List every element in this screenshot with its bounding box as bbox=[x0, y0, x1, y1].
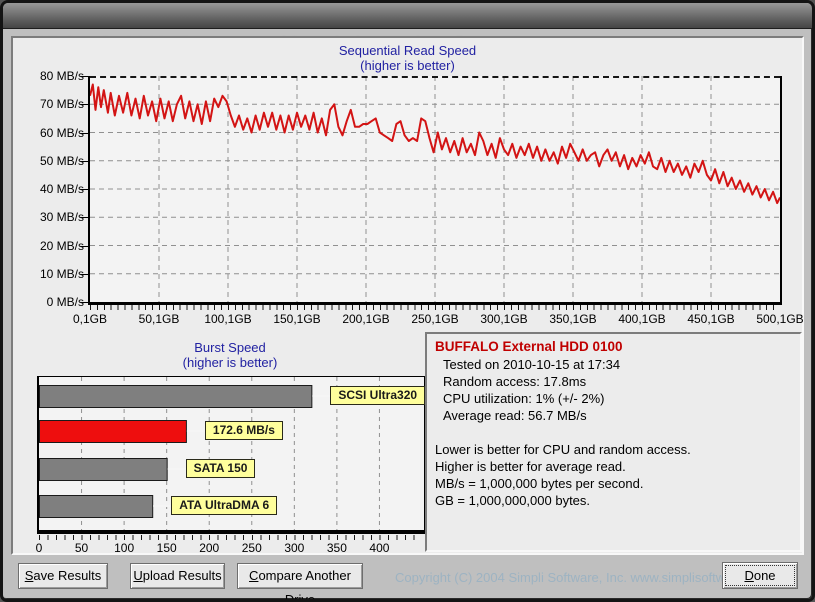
chart-title-text: Burst Speed bbox=[37, 340, 423, 355]
note-lower-better: Lower is better for CPU and random acces… bbox=[435, 441, 792, 458]
seq-y-tick-mark bbox=[81, 104, 88, 105]
copyright-text: Copyright (C) 2004 Simpli Software, Inc.… bbox=[395, 570, 772, 585]
upload-results-label: Upload Results bbox=[131, 564, 224, 588]
seq-x-tick-label: 400,1GB bbox=[610, 312, 674, 326]
sequential-read-line-chart bbox=[90, 76, 780, 302]
seq-y-tick-label: 10 MB/s bbox=[32, 267, 84, 281]
seq-x-tick-label: 300,1GB bbox=[472, 312, 536, 326]
seq-y-tick-mark bbox=[81, 133, 88, 134]
seq-y-tick-label: 40 MB/s bbox=[32, 182, 84, 196]
note-higher-better: Higher is better for average read. bbox=[435, 458, 792, 475]
seq-y-tick-mark bbox=[81, 302, 88, 303]
burst-bar-label: SATA 150 bbox=[186, 459, 256, 478]
seq-y-tick-label: 30 MB/s bbox=[32, 210, 84, 224]
done-button[interactable]: Done bbox=[722, 562, 798, 589]
seq-x-tick-label: 250,1GB bbox=[403, 312, 467, 326]
seq-y-tick-mark bbox=[81, 161, 88, 162]
seq-y-tick-label: 80 MB/s bbox=[32, 69, 84, 83]
save-results-button[interactable]: Save Results bbox=[18, 563, 108, 589]
burst-bar-label: SCSI Ultra320 bbox=[330, 386, 425, 405]
random-access-line: Random access: 17.8ms bbox=[435, 373, 792, 390]
compare-another-drive-label: Compare Another Drive bbox=[238, 564, 362, 602]
cpu-utilization-line: CPU utilization: 1% (+/- 2%) bbox=[435, 390, 792, 407]
seq-y-tick-mark bbox=[81, 217, 88, 218]
seq-x-tick-label: 450,1GB bbox=[679, 312, 743, 326]
seq-x-tick-label: 500,1GB bbox=[748, 312, 812, 326]
seq-plot-top-gridline bbox=[90, 76, 780, 78]
note-mbs-def: MB/s = 1,000,000 bytes per second. bbox=[435, 475, 792, 492]
seq-y-tick-label: 60 MB/s bbox=[32, 126, 84, 140]
drive-name: BUFFALO External HDD 0100 bbox=[435, 338, 792, 356]
seq-y-tick-mark bbox=[81, 274, 88, 275]
burst-x-axis-minor-ticks bbox=[39, 535, 422, 540]
burst-x-tick-label: 400 bbox=[347, 541, 411, 555]
burst-bar-label: 172.6 MB/s bbox=[205, 421, 283, 440]
hdtach-window: HD Tach version 3.0.4.0 - For non-commer… bbox=[0, 0, 815, 602]
seq-y-tick-label: 0 MB/s bbox=[32, 295, 84, 309]
sequential-read-chart-title: Sequential Read Speed (higher is better) bbox=[13, 43, 802, 73]
seq-x-tick-label: 100,1GB bbox=[196, 312, 260, 326]
seq-x-axis-minor-ticks bbox=[90, 305, 780, 310]
tested-on-line: Tested on 2010-10-15 at 17:34 bbox=[435, 356, 792, 373]
compare-another-drive-button[interactable]: Compare Another Drive bbox=[237, 563, 363, 589]
seq-x-tick-label: 150,1GB bbox=[265, 312, 329, 326]
sequential-read-plot bbox=[88, 76, 782, 305]
average-read-line: Average read: 56.7 MB/s bbox=[435, 407, 792, 424]
seq-y-tick-mark bbox=[81, 246, 88, 247]
upload-results-button[interactable]: Upload Results bbox=[130, 563, 225, 589]
seq-y-tick-label: 50 MB/s bbox=[32, 154, 84, 168]
title-bar[interactable]: HD Tach version 3.0.4.0 - For non-commer… bbox=[3, 3, 812, 29]
done-label: Done bbox=[723, 563, 797, 588]
seq-y-tick-mark bbox=[81, 76, 88, 77]
seq-x-tick-label: 50,1GB bbox=[127, 312, 191, 326]
seq-y-tick-label: 20 MB/s bbox=[32, 239, 84, 253]
burst-bar-label: ATA UltraDMA 6 bbox=[171, 496, 277, 515]
seq-y-tick-label: 70 MB/s bbox=[32, 97, 84, 111]
seq-x-tick-label: 350,1GB bbox=[541, 312, 605, 326]
burst-chart-title: Burst Speed (higher is better) bbox=[37, 340, 423, 370]
chart-subtitle-text: (higher is better) bbox=[37, 355, 423, 370]
seq-x-tick-label: 200,1GB bbox=[334, 312, 398, 326]
note-gb-def: GB = 1,000,000,000 bytes. bbox=[435, 492, 792, 509]
chart-subtitle-text: (higher is better) bbox=[13, 58, 802, 73]
chart-title-text: Sequential Read Speed bbox=[13, 43, 802, 58]
seq-y-tick-mark bbox=[81, 189, 88, 190]
save-results-label: Save Results bbox=[19, 564, 107, 588]
seq-x-tick-label: 0,1GB bbox=[58, 312, 122, 326]
drive-info-panel: BUFFALO External HDD 0100 Tested on 2010… bbox=[425, 332, 802, 552]
results-panel: Sequential Read Speed (higher is better)… bbox=[11, 36, 804, 555]
